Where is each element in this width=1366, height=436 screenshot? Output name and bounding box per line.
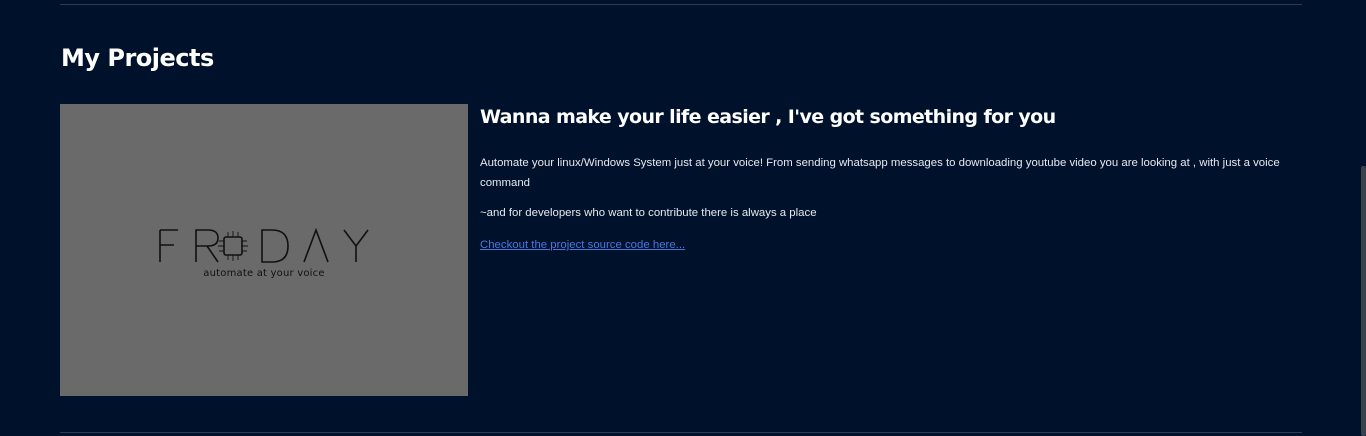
section-title: My Projects — [61, 44, 214, 72]
top-divider — [60, 4, 1302, 5]
bottom-divider — [60, 432, 1302, 433]
froday-logo-wordmark — [159, 228, 369, 263]
project-image: automate at your voice — [60, 104, 468, 396]
project-note: ~and for developers who want to contribu… — [480, 207, 817, 219]
project-title: Wanna make your life easier , I've got s… — [480, 106, 1056, 128]
logo-tagline: automate at your voice — [203, 268, 325, 279]
froday-logo: automate at your voice — [60, 104, 468, 396]
project-source-link[interactable]: Checkout the project source code here... — [480, 235, 685, 255]
project-description: Automate your linux/Windows System just … — [480, 157, 1280, 189]
scrollbar-thumb[interactable] — [1361, 166, 1366, 436]
